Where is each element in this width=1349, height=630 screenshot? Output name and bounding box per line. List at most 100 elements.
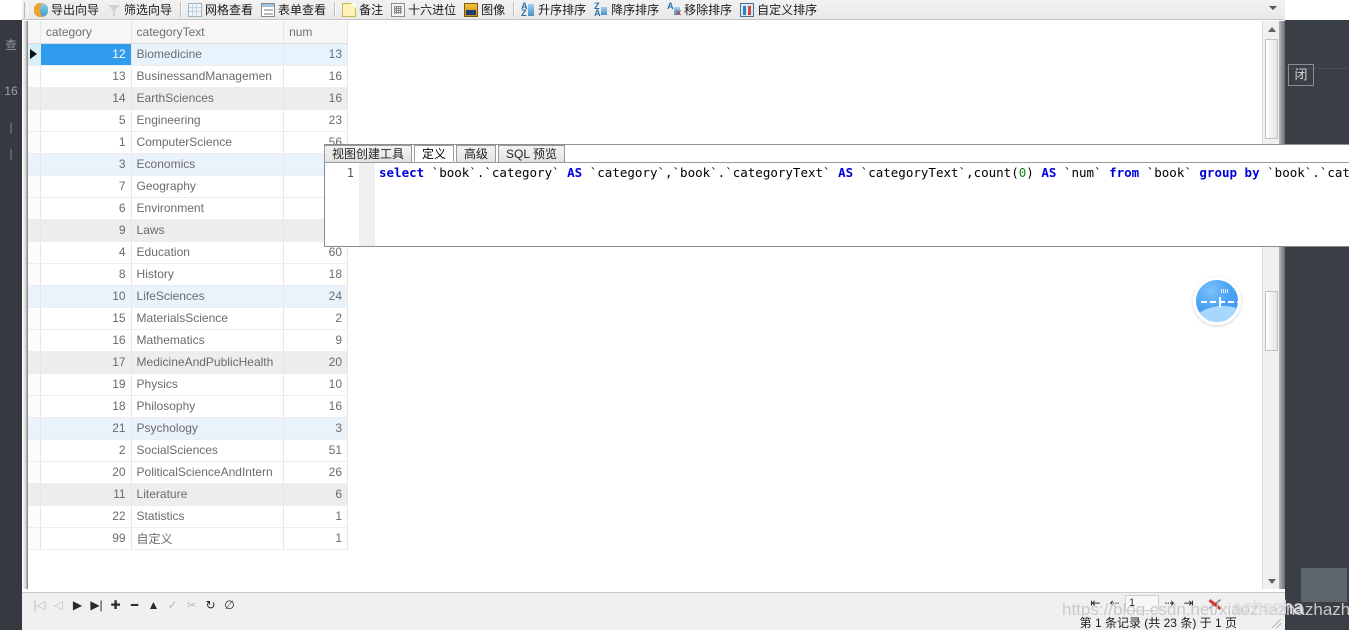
table-row[interactable]: 2 SocialSciences 51 <box>28 439 348 462</box>
cell-categoryText[interactable]: SocialSciences <box>131 439 285 462</box>
cell-category[interactable]: 17 <box>40 351 132 374</box>
cell-category[interactable]: 7 <box>40 175 132 198</box>
cell-category[interactable]: 11 <box>40 483 132 506</box>
close-button[interactable]: 闭 <box>1288 64 1314 86</box>
toolbar-button-grid-view[interactable]: 网格查看 <box>185 1 258 19</box>
scrollbar-thumb-lower[interactable] <box>1265 291 1278 351</box>
cell-num[interactable]: 18 <box>283 263 348 286</box>
page-number-input[interactable]: 1 <box>1125 595 1159 611</box>
cell-category[interactable]: 10 <box>40 285 132 308</box>
cell-num[interactable]: 16 <box>283 395 348 418</box>
cell-categoryText[interactable]: LifeSciences <box>131 285 285 308</box>
sql-editor[interactable]: 1 select `book`.`category` AS `category`… <box>325 162 1349 246</box>
toolbar-button-image[interactable]: 图像 <box>461 1 510 19</box>
cell-categoryText[interactable]: 自定义 <box>131 527 285 550</box>
delete-record-button[interactable]: ━ <box>125 596 144 614</box>
cell-num[interactable]: 20 <box>283 351 348 374</box>
row-indicator[interactable] <box>28 307 41 330</box>
toolbar-grip[interactable] <box>24 1 28 18</box>
cell-num[interactable]: 51 <box>283 439 348 462</box>
toolbar-button-sort-desc[interactable]: ZA 降序排序 <box>591 1 664 19</box>
grid-vertical-scrollbar[interactable] <box>1262 21 1280 589</box>
cell-num[interactable]: 6 <box>283 483 348 506</box>
cell-categoryText[interactable]: Physics <box>131 373 285 396</box>
cell-categoryText[interactable]: MedicineAndPublicHealth <box>131 351 285 374</box>
row-indicator[interactable] <box>28 527 41 550</box>
cell-category[interactable]: 15 <box>40 307 132 330</box>
cell-num[interactable]: 24 <box>283 285 348 308</box>
cell-categoryText[interactable]: PoliticalScienceAndIntern <box>131 461 285 484</box>
table-row[interactable]: 13 BusinessandManagemen 16 <box>28 65 348 88</box>
table-row[interactable]: 12 Biomedicine 13 <box>28 43 348 66</box>
row-indicator[interactable] <box>28 373 41 396</box>
cell-category[interactable]: 14 <box>40 87 132 110</box>
table-row[interactable]: 15 MaterialsScience 2 <box>28 307 348 330</box>
table-row[interactable]: 20 PoliticalScienceAndIntern 26 <box>28 461 348 484</box>
scrollbar-thumb-upper[interactable] <box>1265 39 1278 139</box>
last-page-button[interactable]: ⇥ <box>1180 594 1197 612</box>
last-record-button[interactable]: ▶| <box>87 596 106 614</box>
cell-categoryText[interactable]: Psychology <box>131 417 285 440</box>
table-row[interactable]: 5 Engineering 23 <box>28 109 348 132</box>
row-indicator[interactable] <box>28 417 41 440</box>
cell-num[interactable]: 1 <box>283 505 348 528</box>
cell-categoryText[interactable]: Laws <box>131 219 285 242</box>
refresh-button[interactable]: ↻ <box>201 596 220 614</box>
prev-page-button[interactable]: ⇠ <box>1106 594 1123 612</box>
first-page-button[interactable]: ⇤ <box>1087 594 1104 612</box>
cell-categoryText[interactable]: Economics <box>131 153 285 176</box>
cell-num[interactable]: 16 <box>283 65 348 88</box>
apply-button[interactable]: ▲ <box>144 596 163 614</box>
table-row[interactable]: 19 Physics 10 <box>28 373 348 396</box>
table-row[interactable]: 99 自定义 1 <box>28 527 348 550</box>
toolbar-button-hex[interactable]: 十六进位 <box>388 1 461 19</box>
next-record-button[interactable]: ▶ <box>68 596 87 614</box>
table-row[interactable]: 17 MedicineAndPublicHealth 20 <box>28 351 348 374</box>
column-header-category[interactable]: category <box>40 21 132 44</box>
cell-categoryText[interactable]: ComputerScience <box>131 131 285 154</box>
row-indicator[interactable] <box>28 483 41 506</box>
cell-category[interactable]: 3 <box>40 153 132 176</box>
cell-category[interactable]: 18 <box>40 395 132 418</box>
cell-category[interactable]: 8 <box>40 263 132 286</box>
column-header-num[interactable]: num <box>283 21 348 44</box>
table-row[interactable]: 9Laws13 <box>28 219 348 242</box>
toolbar-button-note[interactable]: 备注 <box>339 1 388 19</box>
cell-categoryText[interactable]: Statistics <box>131 505 285 528</box>
sql-tab-3[interactable]: SQL 预览 <box>498 145 565 162</box>
table-row[interactable]: 21 Psychology 3 <box>28 417 348 440</box>
cell-categoryText[interactable]: Environment <box>131 197 285 220</box>
cell-category[interactable]: 4 <box>40 241 132 264</box>
resize-grip-icon[interactable] <box>1272 619 1281 628</box>
cell-category[interactable]: 99 <box>40 527 132 550</box>
table-row[interactable]: 7Geography7 <box>28 175 348 198</box>
cell-categoryText[interactable]: EarthSciences <box>131 87 285 110</box>
cancel-button[interactable]: ✂ <box>182 596 201 614</box>
cell-category[interactable]: 1 <box>40 131 132 154</box>
cell-num[interactable]: 23 <box>283 109 348 132</box>
toolbar-button-sort-custom[interactable]: 自定义排序 <box>737 1 822 19</box>
cell-num[interactable]: 13 <box>283 43 348 66</box>
next-page-button[interactable]: ⇢ <box>1161 594 1178 612</box>
table-row[interactable]: 6Environment42 <box>28 197 348 220</box>
cell-num[interactable]: 26 <box>283 461 348 484</box>
row-indicator[interactable] <box>28 395 41 418</box>
first-record-button[interactable]: |◁ <box>30 596 49 614</box>
table-row[interactable]: 1 ComputerScience 56 <box>28 131 348 154</box>
cell-category[interactable]: 16 <box>40 329 132 352</box>
cell-categoryText[interactable]: BusinessandManagemen <box>131 65 285 88</box>
stop-button[interactable]: ∅ <box>220 596 239 614</box>
table-row[interactable]: 18 Philosophy 16 <box>28 395 348 418</box>
sql-tab-0[interactable]: 视图创建工具 <box>324 145 413 162</box>
cell-category[interactable]: 12 <box>40 43 132 66</box>
sql-tab-1[interactable]: 定义 <box>414 145 455 162</box>
row-indicator[interactable] <box>28 351 41 374</box>
cell-category[interactable]: 2 <box>40 439 132 462</box>
table-row[interactable]: 10 LifeSciences 24 <box>28 285 348 308</box>
row-indicator[interactable] <box>28 131 41 154</box>
row-indicator[interactable] <box>28 65 41 88</box>
toolbar-button-export-wizard[interactable]: 导出向导 <box>31 1 104 19</box>
column-header-categoryText[interactable]: categoryText <box>131 21 285 44</box>
table-row[interactable]: 4 Education 60 <box>28 241 348 264</box>
cell-category[interactable]: 21 <box>40 417 132 440</box>
